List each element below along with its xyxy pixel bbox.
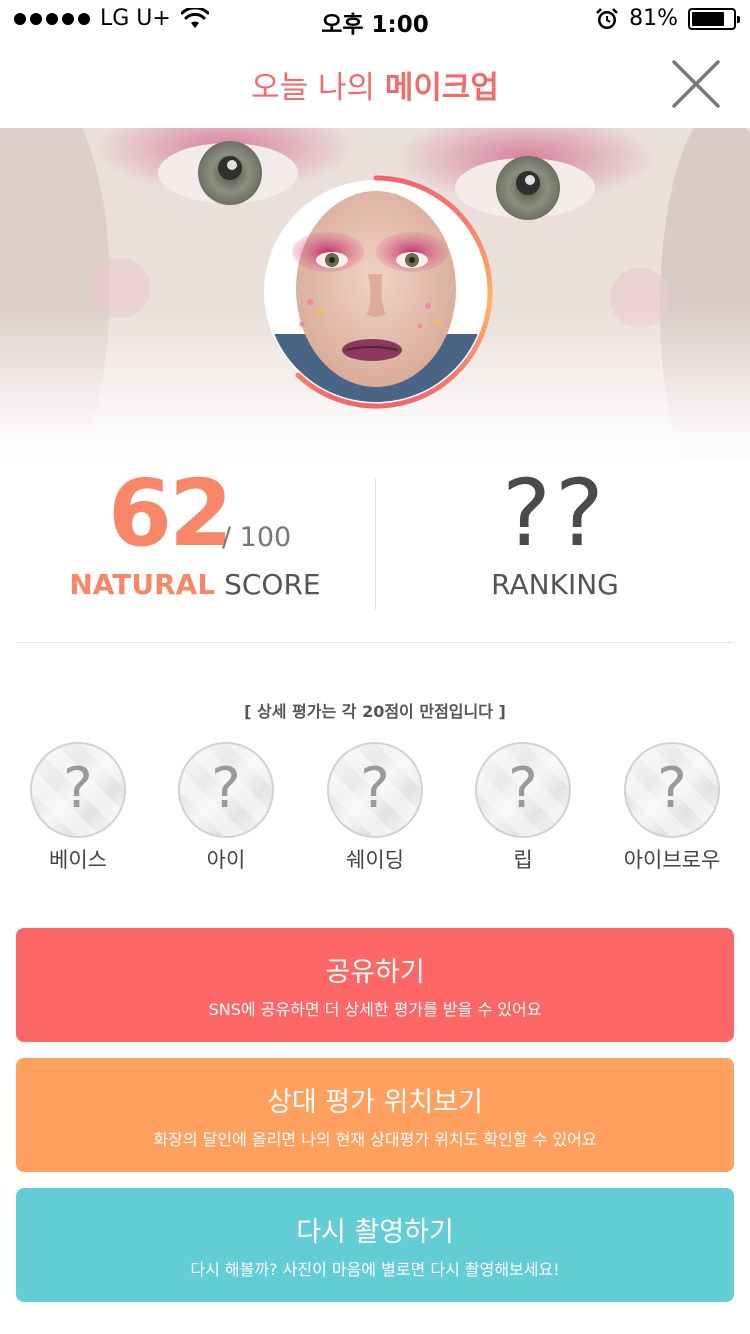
category-badge: ?: [475, 742, 571, 838]
battery-level-fill: [692, 11, 725, 26]
status-right: 81%: [595, 6, 740, 31]
natural-label-rest: SCORE: [215, 568, 321, 601]
category-badge: ?: [30, 742, 126, 838]
ranking-panel: ?? RANKING: [376, 460, 734, 610]
category-eye[interactable]: ? 아이: [161, 742, 291, 874]
share-button[interactable]: 공유하기 SNS에 공유하면 더 상세한 평가를 받을 수 있어요: [16, 928, 734, 1042]
ranking-value: ??: [502, 460, 608, 567]
category-lip[interactable]: ? 립: [458, 742, 588, 874]
category-label: 립: [513, 848, 533, 872]
category-list: ? 베이스 ? 아이 ? 쉐이딩 ? 립 ? 아이브로우: [0, 742, 750, 882]
page-title: 오늘 나의 메이크업: [0, 62, 750, 107]
natural-label-accent: NATURAL: [69, 568, 216, 601]
alarm-icon: [596, 7, 618, 29]
detail-note: [ 상세 평가는 각 20점이 만점입니다 ]: [244, 702, 506, 721]
battery-icon: [688, 7, 740, 30]
category-value: ?: [360, 756, 390, 821]
category-eyebrow[interactable]: ? 아이브로우: [607, 742, 737, 874]
view-ranking-button-title: 상대 평가 위치보기: [267, 1087, 483, 1118]
battery-percent: 81%: [629, 6, 678, 31]
header: 오늘 나의 메이크업: [0, 40, 750, 128]
ranking-label: RANKING: [491, 568, 619, 601]
natural-score-max: / 100: [222, 522, 292, 553]
category-value: ?: [508, 756, 538, 821]
natural-score-value: 62: [108, 460, 233, 567]
category-label: 아이브로우: [623, 848, 721, 872]
category-badge: ?: [327, 742, 423, 838]
status-bar: LG U+ 오후 1:00 81%: [0, 0, 750, 40]
close-icon[interactable]: [668, 56, 724, 112]
avatar: [264, 175, 493, 409]
category-label: 베이스: [49, 848, 107, 872]
category-base[interactable]: ? 베이스: [13, 742, 143, 874]
category-value: ?: [211, 756, 241, 821]
section-divider: [16, 642, 734, 643]
category-label: 아이: [206, 848, 246, 872]
category-shading[interactable]: ? 쉐이딩: [310, 742, 440, 874]
share-button-title: 공유하기: [325, 957, 425, 988]
natural-score-label: NATURAL SCORE: [16, 568, 374, 601]
hero-photo-background: [0, 128, 750, 458]
view-ranking-button[interactable]: 상대 평가 위치보기 화장의 달인에 올리면 나의 현재 상대평가 위치도 확인…: [16, 1058, 734, 1172]
category-value: ?: [63, 756, 93, 821]
view-ranking-button-subtitle: 화장의 달인에 올리면 나의 현재 상대평가 위치도 확인할 수 있어요: [153, 1130, 597, 1149]
page-title-prefix: 오늘 나의: [251, 70, 385, 106]
category-badge: ?: [178, 742, 274, 838]
category-label: 쉐이딩: [346, 848, 404, 872]
page-title-accent: 메이크업: [384, 70, 499, 106]
retake-photo-button[interactable]: 다시 촬영하기 다시 해볼까? 사진이 마음에 별로면 다시 촬영해보세요!: [16, 1188, 734, 1302]
share-button-subtitle: SNS에 공유하면 더 상세한 평가를 받을 수 있어요: [208, 1000, 542, 1019]
retake-button-subtitle: 다시 해볼까? 사진이 마음에 별로면 다시 촬영해보세요!: [190, 1260, 560, 1279]
natural-score-panel: 62 / 100 NATURAL SCORE: [16, 460, 374, 610]
retake-button-title: 다시 촬영하기: [296, 1217, 454, 1248]
category-badge: ?: [624, 742, 720, 838]
category-value: ?: [657, 756, 687, 821]
